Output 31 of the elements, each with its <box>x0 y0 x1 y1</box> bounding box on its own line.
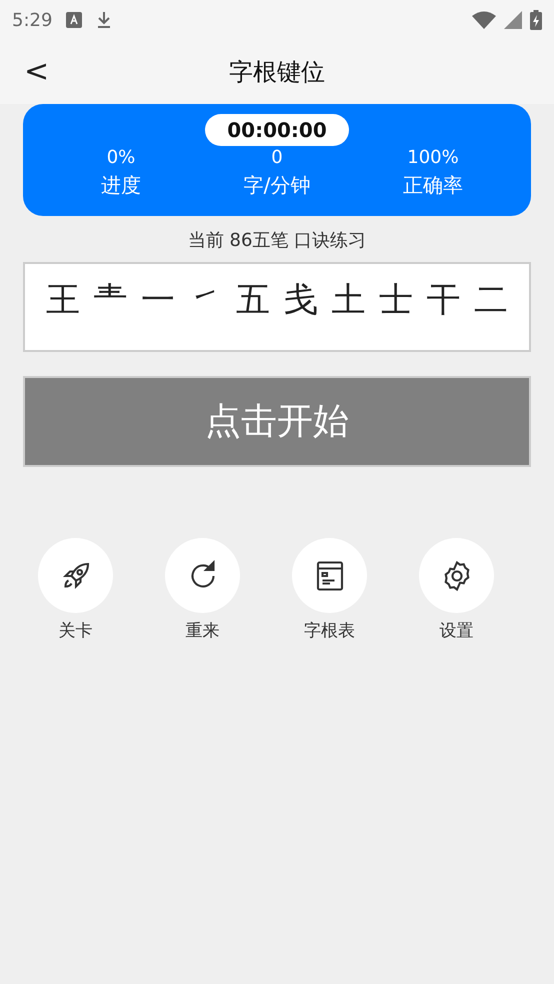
stat-label: 正确率 <box>403 172 463 199</box>
action-label: 设置 <box>440 620 474 642</box>
status-time: 5:29 <box>12 10 52 30</box>
action-label: 关卡 <box>58 620 92 642</box>
battery-charging-icon <box>530 10 542 30</box>
stat-value: 100% <box>407 146 459 170</box>
action-label: 字根表 <box>304 620 355 642</box>
radical-character: 一 <box>140 280 175 320</box>
timer: 00:00:00 <box>205 114 349 146</box>
stat-value: 0% <box>106 146 136 170</box>
radical-character: 王 <box>46 280 80 320</box>
signal-icon <box>504 11 522 29</box>
stat-label: 进度 <box>101 172 141 199</box>
keyboard-notification-icon <box>66 12 82 28</box>
stat-label: 字/分钟 <box>244 172 310 199</box>
page-title: 字根键位 <box>229 57 325 88</box>
radical-character: 龶 <box>93 280 128 320</box>
download-icon <box>96 11 112 29</box>
radical-character: 士 <box>378 280 413 320</box>
radical-character: 戋 <box>284 280 318 320</box>
radical-character: 二 <box>474 280 508 320</box>
wifi-icon <box>472 11 496 29</box>
practice-subtitle: 当前 86五笔 口诀练习 <box>186 229 368 252</box>
radical-character: 五 <box>236 280 270 320</box>
action-label: 重来 <box>186 620 220 642</box>
back-button[interactable]: < <box>18 54 56 89</box>
radical-character: 土 <box>331 280 366 320</box>
radical-character: ㇀ <box>188 280 223 320</box>
radical-character: 干 <box>426 280 461 320</box>
stat-value: 0 <box>271 146 283 170</box>
start-button[interactable]: 点击开始 <box>23 376 531 467</box>
